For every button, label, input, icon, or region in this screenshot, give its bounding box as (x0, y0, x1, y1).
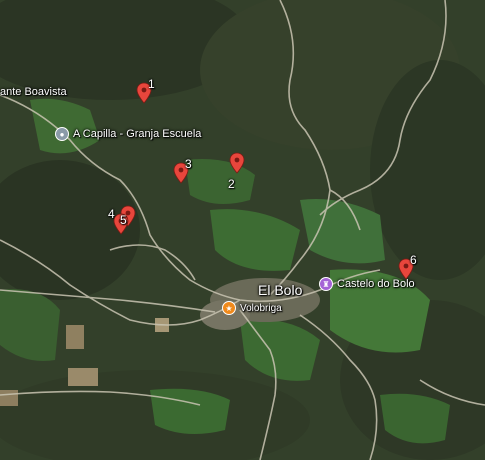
museum-poi-icon[interactable]: ★ (222, 301, 236, 315)
satellite-map[interactable]: ante Boavista ● A Capilla - Granja Escue… (0, 0, 485, 460)
marker-pin-icon (136, 82, 152, 104)
place-name: A Capilla - Granja Escuela (73, 128, 202, 140)
place-label-volobriga[interactable]: ★ Volobriga (222, 301, 282, 315)
place-label-el-bolo[interactable]: El Bolo (258, 282, 302, 298)
map-pin-poi-icon[interactable]: ● (55, 127, 69, 141)
satellite-imagery (0, 0, 485, 460)
marker-pin-icon (113, 213, 129, 235)
place-label-boavista[interactable]: ante Boavista (0, 86, 67, 98)
place-name: El Bolo (258, 282, 303, 298)
castle-poi-icon[interactable]: ♜ (319, 277, 333, 291)
place-name: Castelo do Bolo (337, 278, 415, 290)
place-label-castelo[interactable]: ♜ Castelo do Bolo (319, 277, 415, 291)
marker-pin-icon (229, 152, 245, 174)
marker-pin-icon (173, 162, 189, 184)
place-label-capilla[interactable]: ● A Capilla - Granja Escuela (55, 127, 201, 141)
place-name: Volobriga (240, 302, 282, 314)
marker-pin-icon (398, 258, 414, 280)
place-name: ante Boavista (0, 86, 67, 98)
